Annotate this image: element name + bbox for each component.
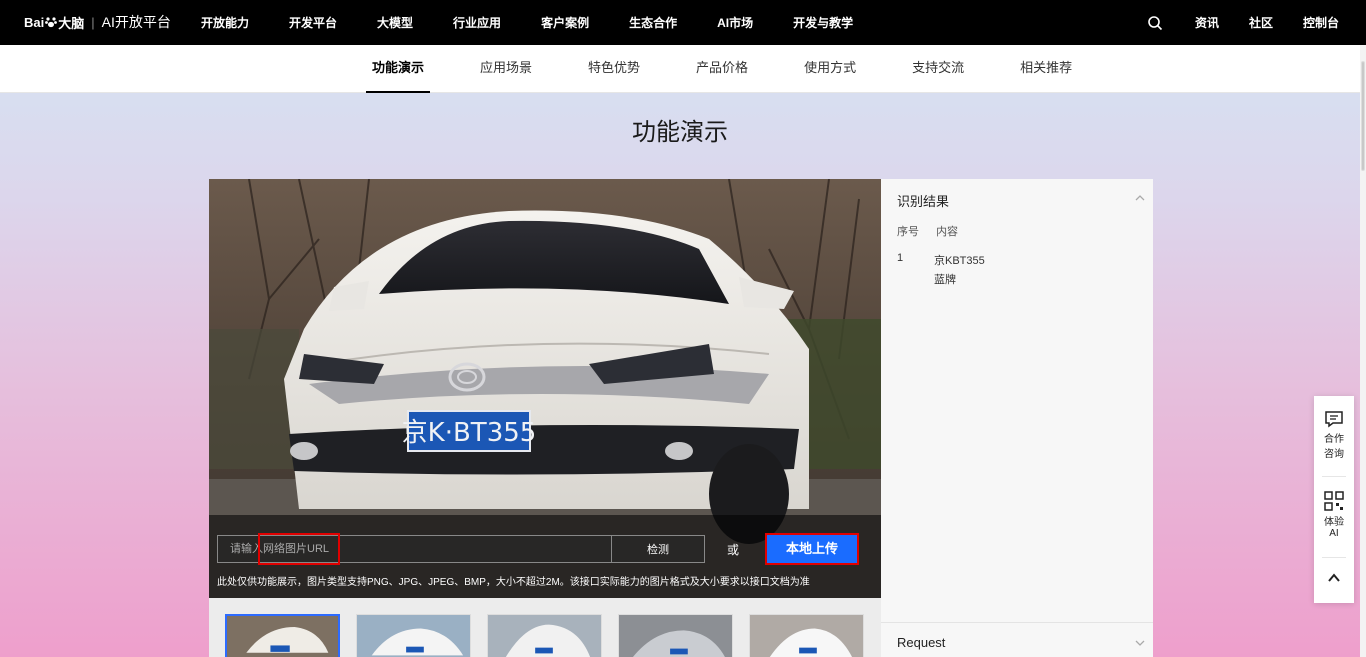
request-section-title[interactable]: Request — [897, 635, 945, 650]
sample-thumbnails — [209, 598, 881, 657]
divider — [1322, 557, 1346, 558]
sample-thumbnail[interactable] — [618, 614, 733, 657]
section-tabs: 功能演示 应用场景 特色优势 产品价格 使用方式 支持交流 相关推荐 — [0, 45, 1360, 93]
section-title: 功能演示 — [632, 119, 728, 146]
sample-thumbnail[interactable] — [356, 614, 471, 657]
try-ai-button[interactable]: 体验 AI — [1314, 491, 1354, 539]
tab-advantages[interactable]: 特色优势 — [582, 45, 646, 93]
consult-label-1: 合作 — [1324, 434, 1344, 445]
license-plate-text: 京K·BT355 — [402, 418, 537, 448]
highlight-box — [258, 533, 340, 565]
sample-thumbnail[interactable] — [225, 614, 340, 657]
chat-icon — [1325, 411, 1343, 428]
format-note: 此处仅供功能展示，图片类型支持PNG、JPG、JPEG、BMP，大小不超过2M。… — [217, 577, 810, 588]
page-scrollbar[interactable] — [1360, 45, 1366, 657]
logo-text: Bai — [24, 14, 45, 30]
paw-icon — [45, 16, 58, 28]
result-plate-number: 京KBT355 — [934, 255, 985, 267]
detect-button[interactable]: 检测 — [611, 535, 705, 563]
local-upload-button[interactable]: 本地上传 — [765, 533, 859, 565]
or-label: 或 — [727, 543, 740, 557]
nav-item-dev-teaching[interactable]: 开发与教学 — [793, 14, 853, 31]
result-title: 识别结果 — [897, 194, 950, 209]
platform-name: AI开放平台 — [101, 14, 171, 30]
tab-pricing[interactable]: 产品价格 — [690, 45, 754, 93]
nav-item-ecosystem[interactable]: 生态合作 — [629, 14, 677, 31]
nav-item-ai-market[interactable]: AI市场 — [717, 14, 753, 31]
recognition-result-panel: 识别结果 序号 内容 1 京KBT355 蓝牌 Request — [881, 179, 1153, 657]
sample-thumbnail[interactable] — [749, 614, 864, 657]
tab-usage[interactable]: 使用方式 — [798, 45, 862, 93]
column-content: 内容 — [936, 226, 959, 238]
tab-demo[interactable]: 功能演示 — [366, 45, 431, 93]
nav-item-dev-platform[interactable]: 开发平台 — [289, 14, 337, 31]
consult-label-2: 咨询 — [1324, 449, 1344, 460]
consult-button[interactable]: 合作 咨询 — [1314, 410, 1354, 460]
chevron-down-icon[interactable] — [1135, 638, 1145, 648]
nav-item-open-capabilities[interactable]: 开放能力 — [201, 14, 249, 31]
search-icon[interactable] — [1147, 15, 1163, 31]
divider — [881, 622, 1153, 623]
sample-thumbnail[interactable] — [487, 614, 602, 657]
nav-news[interactable]: 资讯 — [1195, 14, 1219, 31]
logo-separator: | — [91, 14, 95, 30]
column-index: 序号 — [897, 226, 919, 238]
result-index: 1 — [897, 252, 904, 264]
nav-console[interactable]: 控制台 — [1303, 14, 1339, 31]
floating-side-widget: 合作 咨询 体验 AI — [1314, 396, 1354, 603]
nav-item-industry[interactable]: 行业应用 — [453, 14, 501, 31]
nav-right: 资讯 社区 控制台 — [1147, 0, 1339, 45]
tab-support[interactable]: 支持交流 — [906, 45, 970, 93]
back-to-top-button[interactable] — [1314, 571, 1354, 587]
try-label-2: AI — [1329, 528, 1339, 539]
nav-item-large-model[interactable]: 大模型 — [377, 14, 413, 31]
qrcode-icon — [1324, 491, 1344, 511]
try-label-1: 体验 — [1324, 517, 1344, 528]
result-plate-color: 蓝牌 — [934, 274, 956, 286]
top-navbar: Bai 大脑 | AI开放平台 开放能力 开发平台 大模型 行业应用 客户案例 … — [0, 0, 1366, 45]
tab-related[interactable]: 相关推荐 — [1014, 45, 1078, 93]
nav-community[interactable]: 社区 — [1249, 14, 1273, 31]
demo-image-stage: 京K·BT355 检测 或 本地上传 此处仅供功能展示，图片类型支持PNG、JP… — [209, 179, 881, 598]
main-nav: 开放能力 开发平台 大模型 行业应用 客户案例 生态合作 AI市场 开发与教学 — [201, 0, 893, 45]
tab-scenarios[interactable]: 应用场景 — [474, 45, 538, 93]
chevron-up-icon[interactable] — [1135, 193, 1145, 203]
chevron-up-icon — [1328, 573, 1340, 582]
baidu-ai-logo[interactable]: Bai 大脑 | AI开放平台 — [24, 10, 171, 34]
logo-brain-text: 大脑 — [58, 15, 85, 31]
scrollbar-thumb[interactable] — [1361, 61, 1365, 171]
demo-controls: 检测 或 本地上传 此处仅供功能展示，图片类型支持PNG、JPG、JPEG、BM… — [209, 515, 881, 598]
divider — [1322, 476, 1346, 477]
result-columns: 序号 内容 — [897, 223, 972, 239]
nav-item-customer-cases[interactable]: 客户案例 — [541, 14, 589, 31]
